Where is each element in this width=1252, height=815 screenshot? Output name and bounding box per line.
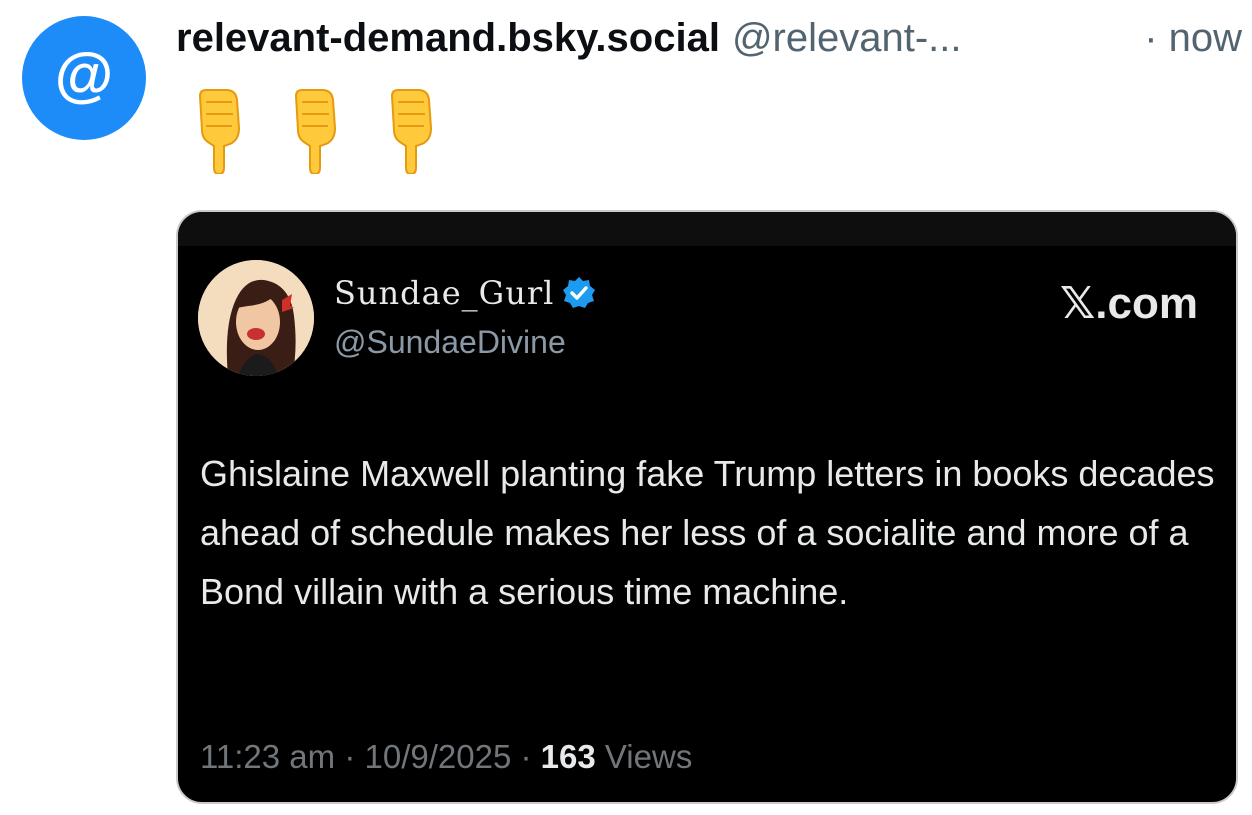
post-timestamp[interactable]: · now	[1144, 16, 1242, 61]
avatar[interactable]: @	[22, 16, 146, 140]
tweet-time: 11:23 am	[200, 738, 336, 775]
embedded-tweet-image[interactable]: Sundae_Gurl @SundaeDivine 𝕏.com Ghislain…	[176, 210, 1238, 804]
tweet-author-row: Sundae_Gurl	[334, 274, 596, 312]
tweet-text: Ghislaine Maxwell planting fake Trump le…	[200, 453, 1215, 612]
embed-top-strip	[178, 212, 1236, 246]
at-sign-icon: @	[54, 41, 114, 108]
views-label: Views	[604, 738, 693, 775]
bluesky-post: @ relevant-demand.bsky.social @relevant-…	[0, 0, 1252, 815]
views-count: 163	[540, 738, 596, 775]
author-photo-icon	[198, 260, 314, 376]
display-name[interactable]: relevant-demand.bsky.social	[176, 16, 720, 61]
tweet-author-name: Sundae_Gurl	[334, 274, 555, 312]
meta-separator: ·	[344, 738, 356, 775]
pointing-down-emoji-icon	[294, 89, 337, 174]
x-com-source-label: 𝕏.com	[1059, 279, 1198, 328]
verified-badge-icon	[563, 277, 596, 308]
pointing-down-emoji-icon	[198, 89, 241, 174]
tweet-meta: 11:23 am · 10/9/2025 · 163 Views	[200, 738, 692, 776]
tweet-date: 10/9/2025	[364, 738, 512, 775]
post-body	[196, 88, 434, 174]
tweet-author-avatar	[198, 260, 314, 376]
handle[interactable]: @relevant-...	[732, 16, 962, 61]
tweet-author-handle: @SundaeDivine	[334, 324, 566, 360]
meta-separator: ·	[520, 738, 532, 775]
post-header: relevant-demand.bsky.social @relevant-..…	[176, 16, 1242, 70]
pointing-down-emoji-icon	[390, 89, 433, 174]
